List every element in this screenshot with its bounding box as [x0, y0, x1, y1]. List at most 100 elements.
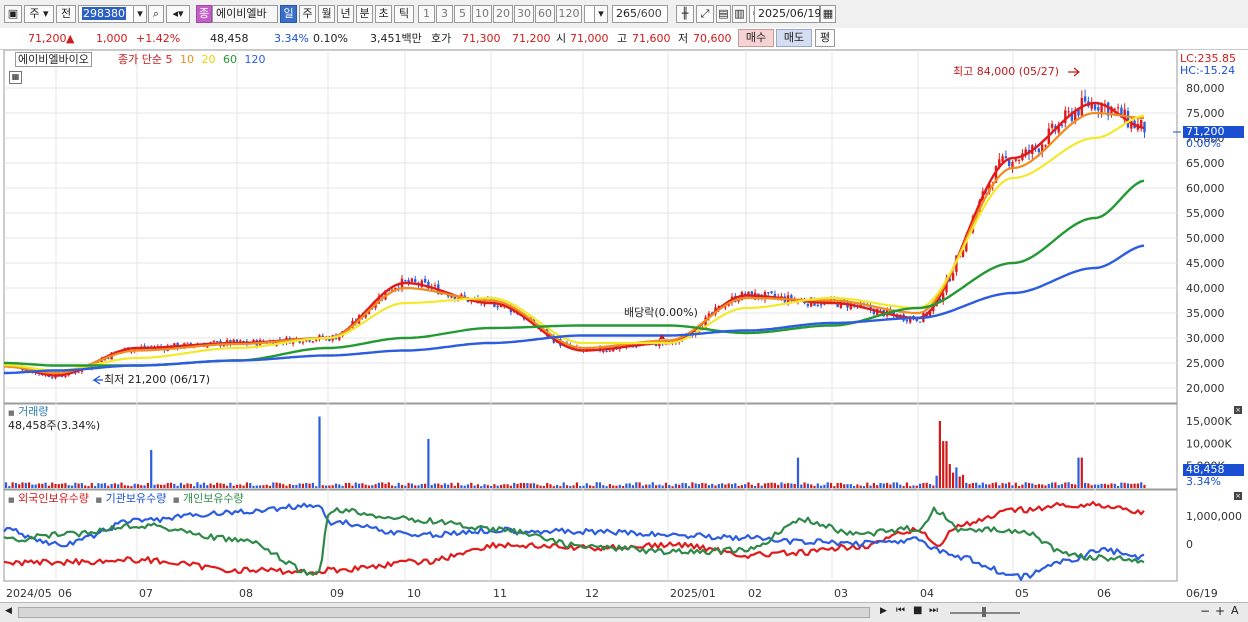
- volume-bar: [51, 482, 54, 488]
- volume-bar: [374, 484, 377, 488]
- scroll-thumb[interactable]: [18, 607, 870, 618]
- mode2-button[interactable]: 전: [56, 5, 76, 23]
- sell-button[interactable]: 매도: [776, 29, 812, 47]
- volume-bar: [183, 484, 186, 488]
- volume-bar: [1001, 483, 1004, 488]
- volume-bar: [1064, 482, 1067, 488]
- volume-bar: [770, 482, 773, 488]
- interval-20-button[interactable]: 20: [493, 5, 513, 23]
- volume-bar: [513, 482, 516, 488]
- volume-bar: [790, 483, 793, 488]
- volume-bar: [288, 484, 291, 488]
- stop-icon[interactable]: ■: [913, 605, 922, 616]
- interval-60-button[interactable]: 60: [535, 5, 555, 23]
- candle-body: [1097, 107, 1100, 111]
- draw-tool-icon[interactable]: ⤢: [696, 5, 714, 23]
- volume-bar: [424, 483, 427, 488]
- volume-tick-label: 10,000K: [1186, 437, 1232, 450]
- interval-1-button[interactable]: 1: [418, 5, 435, 23]
- scroll-left-icon[interactable]: ◀: [5, 606, 12, 616]
- volume-bar: [496, 485, 499, 488]
- chart-svg[interactable]: 20,000 25,000 30,000 35,000 40,000 45,000 50,0…: [0, 49, 1248, 602]
- mode-select[interactable]: 주 ▾: [24, 5, 54, 23]
- volume-bar: [1037, 484, 1040, 488]
- max-arrow-icon: [1068, 67, 1080, 77]
- volume-bar: [810, 484, 813, 488]
- window-icon[interactable]: ▣: [4, 5, 22, 23]
- period-month-button[interactable]: 월: [318, 5, 335, 23]
- volume-bar: [298, 483, 301, 488]
- speaker-icon[interactable]: ◂▾: [166, 5, 190, 23]
- volume-bar: [942, 441, 945, 488]
- volume-bar: [127, 485, 130, 488]
- ma-line-10: [3, 111, 1145, 375]
- volume-bar: [11, 482, 14, 488]
- volume-bar: [727, 483, 730, 488]
- interval-10-button[interactable]: 10: [472, 5, 492, 23]
- volume-bar: [235, 484, 239, 488]
- volume-bar: [661, 485, 664, 488]
- scroll-right-icon[interactable]: ▶: [880, 606, 887, 616]
- code-input[interactable]: 298380: [78, 5, 134, 23]
- buy-button[interactable]: 매수: [738, 29, 774, 47]
- period-minute-button[interactable]: 분: [356, 5, 373, 23]
- x-tick-label: 08: [239, 587, 253, 600]
- volume-bar: [404, 485, 407, 488]
- volume-bar: [1140, 482, 1143, 488]
- moving-averages: [3, 101, 1145, 377]
- count-input[interactable]: 265/600: [612, 5, 668, 23]
- volume-bar: [275, 482, 278, 488]
- volume-bar: [717, 484, 720, 488]
- price-tick-label: 40,000: [1186, 282, 1225, 295]
- zoom-in-icon[interactable]: +: [1215, 604, 1225, 618]
- period-week-button[interactable]: 주: [299, 5, 316, 23]
- candle-body: [1011, 161, 1014, 167]
- interval-5-button[interactable]: 5: [454, 5, 471, 23]
- volume-bar: [150, 450, 153, 488]
- volume-bar: [219, 483, 222, 488]
- volume-bar: [1093, 484, 1097, 488]
- volume-bar: [387, 482, 390, 488]
- scroll-bar[interactable]: ◀ ▶ ⏮ ■ ⏭ − + A: [0, 602, 1248, 622]
- interval-30-button[interactable]: 30: [514, 5, 534, 23]
- chart-area[interactable]: 20,000 25,000 30,000 35,000 40,000 45,000 50,0…: [0, 49, 1248, 602]
- period-year-button[interactable]: 년: [337, 5, 354, 23]
- candle-icon[interactable]: ╫: [676, 5, 694, 23]
- price-tick-label: 25,000: [1186, 357, 1225, 370]
- save-icon[interactable]: ▥: [732, 5, 747, 23]
- volume-bar: [876, 485, 879, 488]
- first-icon[interactable]: ⏮: [896, 605, 905, 616]
- avg-button[interactable]: 평: [815, 29, 835, 47]
- volume-title: ■ 거래량: [8, 405, 49, 420]
- font-icon[interactable]: A: [1231, 604, 1239, 617]
- period-tick-button[interactable]: 틱: [394, 5, 414, 23]
- volume-bar: [509, 485, 512, 488]
- stock-name-field[interactable]: 에이비엘바: [212, 5, 278, 23]
- holdings-close-icon[interactable]: ×: [1234, 492, 1242, 500]
- last-icon[interactable]: ⏭: [929, 605, 938, 616]
- volume-bar: [1143, 484, 1146, 488]
- volume-bar: [420, 483, 423, 488]
- volume-close-icon[interactable]: ×: [1234, 406, 1242, 414]
- calendar-icon[interactable]: ▦: [820, 5, 836, 23]
- legend-foreign: 외국인보유수량: [18, 492, 89, 505]
- table-icon[interactable]: ▦: [9, 71, 22, 84]
- zoom-slider-handle[interactable]: [982, 607, 986, 617]
- grid-icon[interactable]: ▤: [716, 5, 731, 23]
- period-day-button[interactable]: 일: [280, 5, 297, 23]
- x-tick-label: 2025/01: [670, 587, 716, 600]
- volume-bar: [100, 483, 103, 488]
- date-input[interactable]: 2025/06/19: [754, 5, 821, 23]
- volume-bar: [483, 484, 486, 488]
- interval-3-button[interactable]: 3: [436, 5, 453, 23]
- zoom-out-icon[interactable]: −: [1200, 604, 1210, 618]
- stock-label-box[interactable]: 에이비엘바이오: [15, 52, 92, 67]
- volume-bar: [490, 485, 493, 488]
- interval-120-button[interactable]: 120: [556, 5, 582, 23]
- period-second-button[interactable]: 초: [375, 5, 392, 23]
- interval-dropdown-icon[interactable]: ▾: [594, 5, 608, 23]
- search-icon[interactable]: ⌕: [148, 5, 164, 23]
- toolbar: ▣ 주 ▾ 전 298380 ▾ ⌕ ◂▾ 종 에이비엘바 일 주 월 년 분 …: [0, 0, 1248, 29]
- code-dropdown-icon[interactable]: ▾: [133, 5, 147, 23]
- volume-bar: [1051, 482, 1054, 488]
